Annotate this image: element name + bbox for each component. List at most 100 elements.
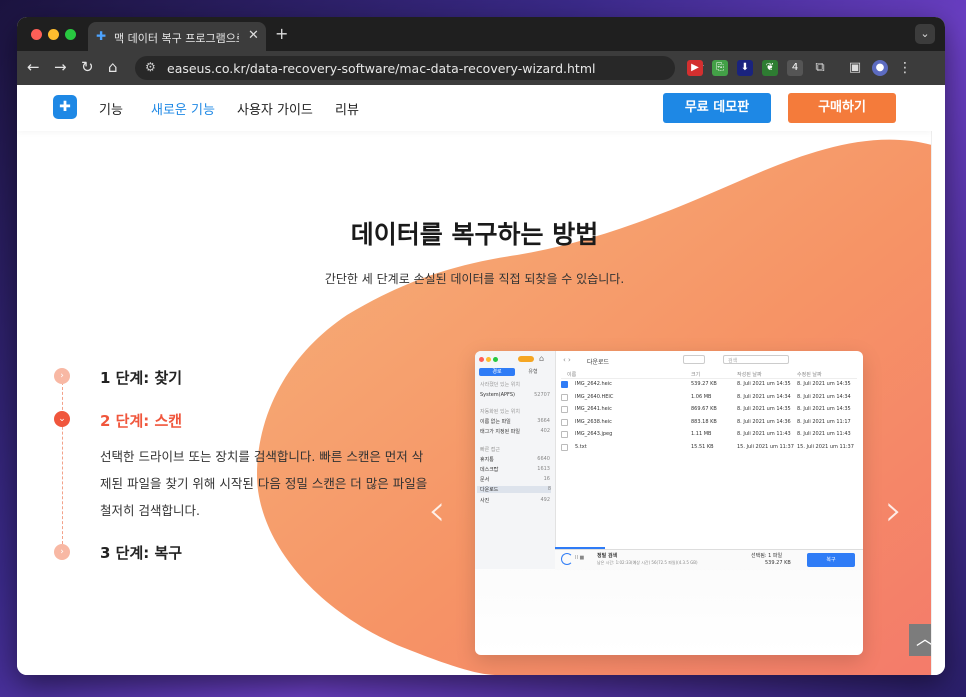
file-checkbox [561, 443, 568, 451]
file-name: IMG_2638.heic [575, 418, 612, 425]
page-content: ✚ 기능 새로운 기능 사용자 가이드 리뷰 무료 데모판 구매하기 데이터를 … [17, 85, 932, 675]
file-checkbox [561, 406, 568, 413]
col-size: 크기 [691, 372, 701, 378]
app-badge [518, 356, 534, 362]
menu-user-guide[interactable]: 사용자 가이드 [237, 99, 313, 118]
browser-tab[interactable]: ✚ 맥 데이터 복구 프로그램으로 손실된 ✕ [88, 22, 266, 51]
file-checkbox [561, 418, 568, 426]
file-size: 15.51 KB [691, 443, 714, 450]
file-size: 869.67 KB [691, 406, 717, 412]
file-created: 8. Juli 2021 um 14:34 [737, 393, 791, 400]
extension-green-icon[interactable]: ⎘ [712, 60, 728, 76]
file-modified: 8. Juli 2021 um 14:34 [797, 393, 851, 400]
site-header: ✚ 기능 새로운 기능 사용자 가이드 리뷰 무료 데모판 구매하기 [17, 85, 932, 131]
file-size: 883.18 KB [691, 418, 717, 425]
back-icon[interactable]: ← [27, 58, 40, 76]
section-subtitle: 간단한 세 단계로 손실된 데이터를 직접 되찾을 수 있습니다. [324, 272, 625, 286]
file-created: 8. Juli 2021 um 14:35 [737, 381, 791, 387]
app-recover-button: 복구 [807, 553, 855, 567]
step2-chevron-down-icon[interactable]: ⌄ [54, 411, 70, 427]
extension-badge-icon[interactable]: 4 [787, 60, 803, 76]
file-modified: 15. Juli 2021 um 11:37 [797, 443, 854, 450]
sidebar-item-count: 16 [543, 476, 550, 482]
sidebar-item-name: System(APFS) [480, 392, 515, 398]
step2-description: 선택한 드라이브 또는 장치를 검색합니다. 빠른 스캔은 먼저 삭제된 파일을… [100, 449, 428, 518]
file-name: IMG_2643.jpeg [575, 431, 613, 437]
app-close-dot [479, 357, 484, 362]
reload-icon[interactable]: ↻ [81, 58, 94, 76]
file-row: 5.txt 15.51 KB 15. Juli 2021 um 11:37 15. J… [561, 443, 857, 452]
step2-label[interactable]: 2 단계: 스캔 [100, 410, 182, 431]
address-bar[interactable]: ⚙ easeus.co.kr/data-recovery-software/ma… [135, 56, 705, 80]
file-modified: 8. Juli 2021 um 14:35 [797, 406, 851, 412]
profile-avatar[interactable]: ● [872, 60, 888, 76]
extensions-puzzle-icon[interactable]: ⧉ [812, 60, 828, 76]
app-column-headers: 이름 크기 작성된 날짜 수정된 날짜 [561, 371, 857, 379]
sidebar-item-name: 사진 [480, 498, 490, 504]
sidebar-item-count: 3664 [537, 418, 550, 424]
col-created: 작성된 날짜 [737, 372, 762, 378]
file-created: 8. Juli 2021 um 11:43 [737, 431, 791, 437]
page-scrollbar[interactable] [931, 85, 945, 675]
menu-reviews[interactable]: 리뷰 [335, 99, 359, 118]
carousel-prev-icon[interactable]: ‹ [428, 485, 446, 536]
file-name: IMG_2641.heic [575, 406, 612, 412]
browser-window: ✚ 맥 데이터 복구 프로그램으로 손실된 ✕ + ⌄ ← → ↻ ⌂ ⚙ ea… [17, 17, 945, 675]
sidebar-item-count: 402 [540, 428, 550, 434]
app-screenshot: ⌂ 경로 유형 사라졌던 있는 위치 System(APFS) 52707 자동… [475, 351, 863, 655]
scroll-to-top-button[interactable]: ︿ [909, 624, 932, 656]
file-name: IMG_2642.heic [575, 381, 612, 387]
file-name: IMG_2640.HEIC [575, 393, 614, 400]
app-view-toggle [683, 355, 705, 364]
tab-search-icon[interactable]: ⌄ [915, 24, 935, 44]
file-modified: 8. Juli 2021 um 11:17 [797, 418, 851, 425]
carousel-next-icon[interactable]: › [885, 485, 903, 536]
side-panel-icon[interactable]: ▣ [847, 60, 863, 76]
sidebar-item-name: 다운로드 [480, 487, 499, 493]
step1-label[interactable]: 1 단계: 찾기 [100, 367, 182, 388]
app-folder-title: 다운로드 [587, 359, 610, 366]
app-status-bar: II ■ 정밀 검색 남은 시간: 1:02:33(예상 시간) 56(72.5… [555, 549, 863, 570]
steps-dashed-line [62, 377, 63, 549]
new-tab-icon[interactable]: + [275, 24, 288, 43]
file-row: IMG_2642.heic 539.27 KB 8. Juli 2021 um 14… [561, 381, 857, 389]
sidebar-section-1: 사라졌던 있는 위치 [480, 382, 520, 388]
buy-button[interactable]: 구매하기 [788, 93, 896, 123]
file-size: 1.11 MB [691, 431, 712, 437]
close-window-button[interactable] [31, 29, 42, 40]
extension-red-icon[interactable]: ▶ [687, 60, 703, 76]
tab-title: 맥 데이터 복구 프로그램으로 손실된 [114, 32, 239, 45]
sidebar-item-name: 문서 [480, 477, 490, 483]
file-checkbox [561, 381, 568, 388]
minimize-window-button[interactable] [48, 29, 59, 40]
maximize-window-button[interactable] [65, 29, 76, 40]
file-row: IMG_2640.HEIC 1.06 MB 8. Juli 2021 um 14:3… [561, 393, 857, 402]
section-title: 데이터를 복구하는 방법 [350, 220, 599, 249]
easeus-logo-icon[interactable]: ✚ [53, 95, 77, 119]
home-icon[interactable]: ⌂ [108, 58, 118, 76]
free-demo-button[interactable]: 무료 데모판 [663, 93, 771, 123]
file-size: 539.27 KB [691, 381, 717, 387]
close-tab-icon[interactable]: ✕ [248, 28, 259, 43]
menu-whats-new[interactable]: 새로운 기능 [151, 99, 215, 118]
forward-icon[interactable]: → [54, 58, 67, 76]
file-created: 15. Juli 2021 um 11:37 [737, 443, 794, 450]
more-menu-icon[interactable]: ⋮ [897, 60, 913, 76]
app-back-icon: ‹ › [563, 356, 571, 364]
app-scan-title: 정밀 검색 [597, 553, 618, 559]
menu-features[interactable]: 기능 [99, 99, 123, 118]
extension-download-icon[interactable]: ⬇ [737, 60, 753, 76]
file-created: 8. Juli 2021 um 14:36 [737, 418, 791, 425]
file-created: 8. Juli 2021 um 14:35 [737, 406, 791, 412]
step3-chevron-icon[interactable]: › [54, 544, 70, 560]
file-row: IMG_2638.heic 883.18 KB 8. Juli 2021 um 14… [561, 418, 857, 427]
app-search-placeholder: 검색 [728, 358, 738, 364]
sidebar-item-name: 태그가 지정된 파일 [480, 429, 520, 435]
step3-label[interactable]: 3 단계: 복구 [100, 542, 182, 563]
step1-chevron-icon[interactable]: › [54, 368, 70, 384]
site-info-icon[interactable]: ⚙ [145, 60, 156, 74]
extension-leaf-icon[interactable]: ❦ [762, 60, 778, 76]
file-modified: 8. Juli 2021 um 11:43 [797, 431, 851, 437]
app-pause-icon: II ■ [575, 555, 585, 561]
sidebar-item-name: 데스크탑 [480, 467, 499, 473]
